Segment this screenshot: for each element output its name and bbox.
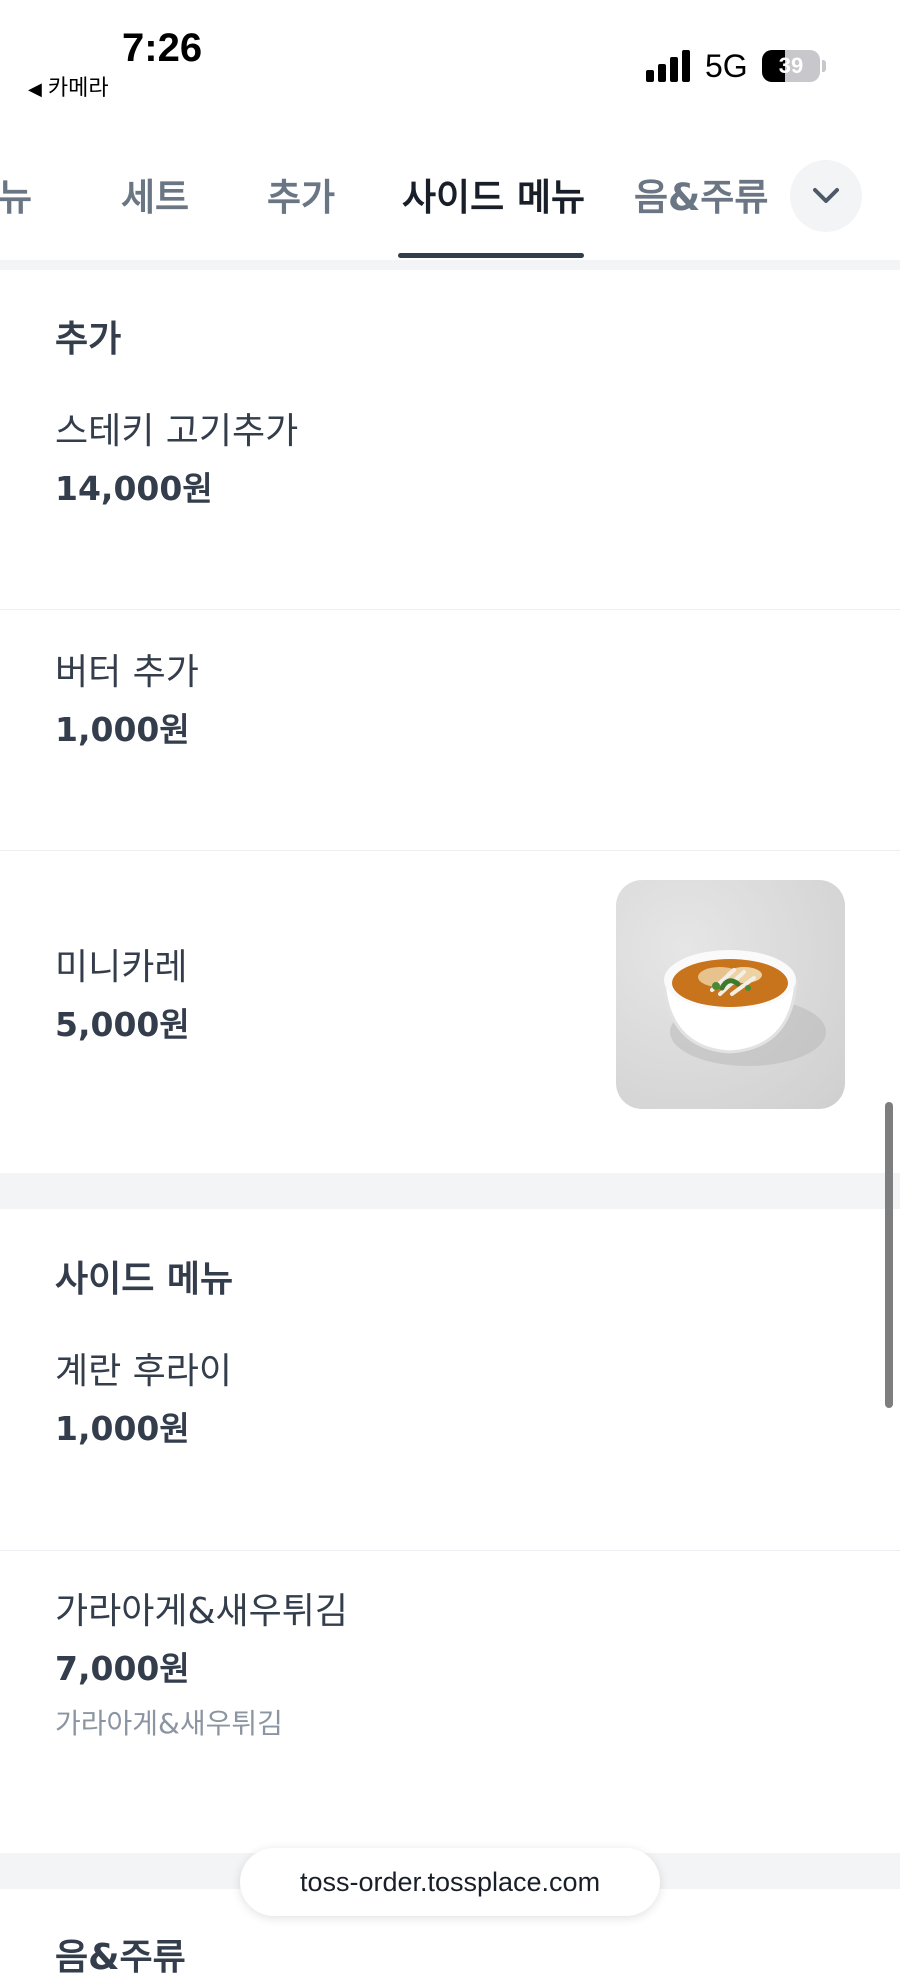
item-divider: [0, 850, 900, 851]
menu-item-description: 가라아게&새우튀김: [55, 1707, 283, 1740]
section-title-drinks: 음&주류: [55, 1937, 186, 1978]
url-text: toss-order.tossplace.com: [299, 1867, 601, 1897]
back-app-label: 카메라: [47, 76, 109, 101]
menu-item-price: 1,000원: [55, 710, 190, 749]
mini-curry-photo[interactable]: [616, 880, 845, 1109]
curry-bowl-image: [662, 950, 826, 1066]
battery-level: 39: [778, 53, 804, 78]
chevron-down-icon: [813, 188, 839, 203]
menu-item-price: 7,000원: [55, 1649, 190, 1688]
section-title-side-menu: 사이드 메뉴: [55, 1259, 234, 1300]
tab-add[interactable]: 추가: [267, 167, 335, 221]
browser-url-bar[interactable]: toss-order.tossplace.com: [240, 1848, 660, 1916]
clock: 7:26: [122, 26, 203, 70]
more-tabs-button[interactable]: [790, 160, 862, 232]
active-tab-indicator: [398, 253, 584, 258]
tab-menu[interactable]: 메뉴: [0, 167, 32, 221]
section-gap: [0, 1173, 900, 1209]
battery-tip: [822, 60, 826, 72]
status-bar: 7:26 ◀ 카메라 5G 39: [0, 0, 900, 125]
menu-item-name[interactable]: 계란 후라이: [55, 1342, 232, 1394]
tab-side-menu[interactable]: 사이드 메뉴: [402, 167, 585, 221]
section-title-add: 추가: [55, 319, 122, 360]
menu-item-name[interactable]: 가라아게&새우튀김: [55, 1582, 348, 1634]
menu-item-price: 5,000원: [55, 1005, 190, 1044]
item-divider: [0, 609, 900, 610]
battery-icon: 39: [762, 50, 820, 82]
back-arrow-icon: ◀: [28, 79, 42, 100]
tab-set[interactable]: 세트: [121, 167, 189, 221]
menu-item-name[interactable]: 미니카레: [55, 938, 187, 990]
back-to-app-button[interactable]: ◀ 카메라: [28, 70, 109, 102]
menu-item-name[interactable]: 버터 추가: [55, 643, 199, 695]
network-type: 5G: [705, 48, 748, 84]
menu-item-price: 1,000원: [55, 1409, 190, 1448]
menu-item-name[interactable]: 스테키 고기추가: [55, 402, 298, 454]
category-tab-bar: 메뉴 세트 추가 사이드 메뉴 음&주류: [0, 125, 900, 270]
signal-strength-icon: [646, 50, 692, 82]
item-divider: [0, 1550, 900, 1551]
menu-item-price: 14,000원: [55, 469, 213, 508]
tab-drinks[interactable]: 음&주류: [634, 167, 768, 221]
scrollbar[interactable]: [885, 1102, 893, 1408]
